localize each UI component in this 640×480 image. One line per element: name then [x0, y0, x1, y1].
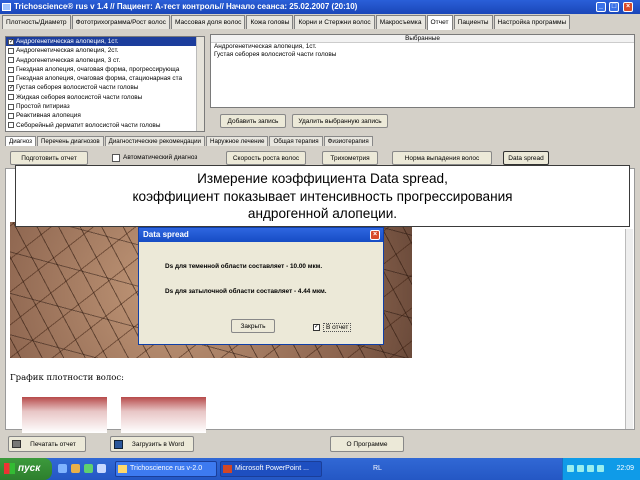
quicklaunch-icon[interactable]	[58, 464, 67, 473]
tab-recommendations[interactable]: Диагностические рекомендации	[104, 136, 206, 146]
selected-item[interactable]: Густая себорея волосистой части головы	[211, 51, 634, 59]
remove-record-button[interactable]: Удалить выбранную запись	[292, 114, 388, 128]
taskbar-task-powerpoint[interactable]: Microsoft PowerPoint ...	[220, 461, 322, 477]
quicklaunch-icon[interactable]	[71, 464, 80, 473]
system-tray: 22:09	[562, 458, 640, 480]
list-item[interactable]: Жидкая себорея волосистой части головы	[6, 93, 204, 102]
dialog-close-button[interactable]: ×	[370, 230, 380, 240]
data-spread-dialog: Data spread × Ds для теменной области со…	[138, 227, 384, 345]
tab-general-therapy[interactable]: Общая терапия	[269, 136, 323, 146]
occipital-ds-text: Ds для затылочной области составляет - 4…	[165, 288, 327, 295]
taskbar: пуск Trichoscience rus v-2.0 Microsoft P…	[0, 458, 640, 480]
clock: 22:09	[616, 465, 634, 472]
selected-header: Выбранные	[211, 35, 634, 43]
diagnosis-list[interactable]: ✓ Андрогенетическая алопеция, 1ст. Андрог…	[5, 36, 205, 132]
tab-patients[interactable]: Пациенты	[453, 15, 493, 29]
word-icon	[114, 440, 123, 449]
dialog-title: Data spread	[143, 230, 189, 239]
bottom-toolbar: Печатать отчет Загрузить в Word О Програ…	[0, 434, 640, 454]
tab-diagnosis[interactable]: Диагноз	[5, 136, 36, 146]
density-plot-thumb	[121, 397, 206, 433]
tab-macro[interactable]: Макросъемка	[375, 15, 426, 29]
density-plot-thumb	[22, 397, 107, 433]
tab-physiotherapy[interactable]: Физиотерапия	[323, 136, 373, 146]
tab-report[interactable]: Отчет	[426, 15, 453, 30]
app-task-icon	[118, 465, 127, 473]
tray-icon[interactable]	[567, 465, 574, 472]
report-tabs: Диагноз Перечень диагнозов Диагностическ…	[5, 136, 635, 147]
maximize-button[interactable]: □	[609, 2, 619, 12]
printer-icon	[12, 440, 21, 448]
start-button[interactable]: пуск	[0, 458, 52, 480]
list-item[interactable]: Себорейный дерматит волосистой части гол…	[6, 121, 204, 130]
tab-settings[interactable]: Настройка программы	[493, 15, 571, 29]
selected-diagnoses: Выбранные Андрогенетическая алопеция, 1с…	[210, 34, 635, 108]
tab-density[interactable]: Плотность/Диаметр	[2, 15, 71, 29]
minimize-button[interactable]: _	[596, 2, 606, 12]
checkbox[interactable]: ✓	[8, 38, 14, 45]
app-icon	[2, 3, 11, 11]
taskbar-task-trichoscience[interactable]: Trichoscience rus v-2.0	[115, 461, 217, 477]
caption-overlay: Измерение коэффициента Data spread, коэф…	[15, 165, 630, 227]
checkbox[interactable]	[8, 122, 14, 129]
auto-diagnosis-checkbox[interactable]	[112, 154, 120, 162]
windows-logo-icon	[4, 463, 15, 474]
quicklaunch-icon[interactable]	[97, 464, 106, 473]
checkbox[interactable]	[8, 103, 14, 110]
caption-line: Измерение коэффициента Data spread,	[197, 171, 448, 186]
list-item[interactable]: Простой питириаз	[6, 102, 204, 111]
list-item[interactable]: ✓ Андрогенетическая алопеция, 1ст.	[6, 37, 204, 47]
tab-phototrichogram[interactable]: Фототрихограмма/Рост волос	[71, 15, 170, 29]
caption-line: андрогенной алопеции.	[247, 206, 398, 221]
density-chart-label: График плотности волос:	[10, 373, 125, 383]
title-bar: Trichoscience® rus v 1.4 // Пациент: A-т…	[0, 0, 640, 14]
list-item[interactable]: Реактивная алопеция	[6, 111, 204, 120]
main-tabs: Плотность/Диаметр Фототрихограмма/Рост в…	[0, 15, 640, 30]
tab-scalp[interactable]: Кожа головы	[246, 15, 294, 29]
list-item[interactable]: Андрогенетическая алопеция, 2ст.	[6, 46, 204, 55]
print-report-button[interactable]: Печатать отчет	[8, 436, 86, 452]
list-scrollbar[interactable]	[196, 37, 204, 131]
parietal-ds-text: Ds для теменной области составляет - 10.…	[165, 263, 323, 270]
list-item[interactable]: Гнездная алопеция, очаговая форма, прогр…	[6, 65, 204, 74]
selected-item[interactable]: Андрогенетическая алопеция, 1ст.	[211, 43, 634, 51]
about-button[interactable]: О Программе	[330, 436, 404, 452]
dialog-close-text-button[interactable]: Закрыть	[231, 319, 275, 333]
tab-external-treatment[interactable]: Наружное лечение	[206, 136, 269, 146]
list-item[interactable]: Гнездная алопеция, очаговая форма, стаци…	[6, 74, 204, 83]
checkbox[interactable]: ✓	[8, 85, 14, 92]
checkbox[interactable]	[8, 113, 14, 120]
checkbox[interactable]	[8, 94, 14, 101]
load-word-button[interactable]: Загрузить в Word	[110, 436, 194, 452]
tab-mass-fraction[interactable]: Массовая доля волос	[170, 15, 246, 29]
tray-icon[interactable]	[577, 465, 584, 472]
trichometry-button[interactable]: Трихометрия	[322, 151, 378, 165]
dialog-titlebar: Data spread ×	[139, 228, 383, 242]
quicklaunch-icon[interactable]	[84, 464, 93, 473]
close-button[interactable]: ×	[623, 2, 633, 12]
tray-icon[interactable]	[597, 465, 604, 472]
language-indicator[interactable]: RL	[373, 458, 382, 480]
tray-icon[interactable]	[587, 465, 594, 472]
list-item[interactable]: ✓ Густая себорея волосистой части головы	[6, 83, 204, 92]
checkbox[interactable]	[8, 57, 14, 64]
caption-line: коэффициент показывает интенсивность про…	[132, 188, 513, 204]
auto-diagnosis-label: Автоматический диагноз	[123, 154, 198, 161]
window-title: Trichoscience® rus v 1.4 // Пациент: A-т…	[14, 2, 358, 11]
checkbox[interactable]	[8, 47, 14, 54]
list-item[interactable]: Андрогенетическая алопеция, 3 ст.	[6, 56, 204, 65]
in-report-label: В отчет	[323, 323, 352, 332]
tab-diagnosis-list[interactable]: Перечень диагнозов	[36, 136, 104, 146]
checkbox[interactable]	[8, 66, 14, 73]
report-scrollbar[interactable]	[625, 229, 633, 429]
in-report-checkbox[interactable]: ✓	[313, 324, 320, 331]
tab-roots[interactable]: Корни и Стержни волос	[294, 15, 375, 29]
checkbox[interactable]	[8, 75, 14, 82]
powerpoint-icon	[223, 465, 232, 473]
growth-rate-button[interactable]: Скорость роста волос	[226, 151, 306, 165]
prepare-report-button[interactable]: Подготовить отчет	[10, 151, 88, 165]
hair-loss-norm-button[interactable]: Норма выпадения волос	[392, 151, 492, 165]
add-record-button[interactable]: Добавить запись	[220, 114, 286, 128]
data-spread-button[interactable]: Data spread	[503, 151, 549, 165]
